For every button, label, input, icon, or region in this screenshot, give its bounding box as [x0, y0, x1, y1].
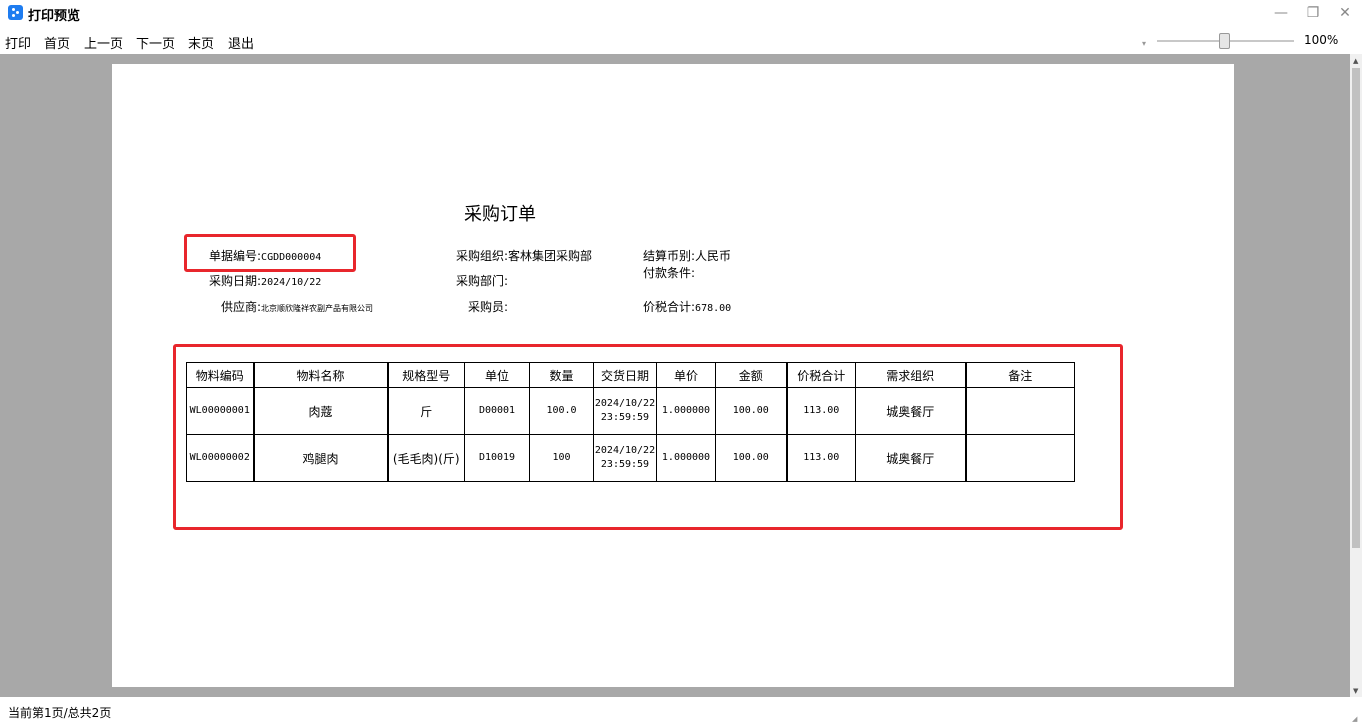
field-value: 2024/10/22 [261, 277, 322, 288]
items-table: 物料编码 物料名称 规格型号 单位 数量 交货日期 单价 金额 价税合计 需求组… [186, 362, 1075, 482]
header-cell: 交货日期 [593, 362, 657, 388]
cell-price: 1.000000 [656, 434, 716, 482]
field-label: 采购部门: [456, 274, 509, 288]
header-cell: 单价 [656, 362, 716, 388]
field-supplier: 供应商:北京顺欣隆祥农副产品有限公司 [221, 298, 373, 315]
header-cell: 价税合计 [786, 362, 856, 388]
cell-price: 1.000000 [656, 387, 716, 435]
time-text: 23:59:59 [600, 459, 650, 470]
field-purchase-dept: 采购部门: [456, 272, 508, 289]
header-cell: 需求组织 [855, 362, 967, 388]
resize-grip-icon[interactable]: ◢ [1352, 715, 1357, 723]
toolbar-overflow-icon[interactable]: ▾ [1142, 39, 1146, 48]
window-title: 打印预览 [28, 9, 81, 24]
cell-total: 113.00 [786, 434, 856, 482]
field-value: 客林集团采购部 [508, 249, 593, 263]
table-row: WL00000002 鸡腿肉 (毛毛肉)(斤) D10019 100 2024/… [186, 434, 1075, 482]
cell-note [965, 387, 1075, 435]
cell-amount: 100.00 [715, 434, 788, 482]
field-value: 北京顺欣隆祥农副产品有限公司 [261, 304, 374, 313]
table-row: WL00000001 肉蔻 斤 D00001 100.0 2024/10/22 2… [186, 387, 1075, 435]
status-bar: 当前第1页/总共2页 [0, 697, 1362, 725]
cell-total: 113.00 [786, 387, 856, 435]
page-status: 当前第1页/总共2页 [8, 706, 112, 720]
field-label: 采购员: [468, 300, 509, 314]
field-label: 单据编号: [209, 249, 262, 263]
field-value: CGDD000004 [261, 252, 322, 263]
close-button[interactable]: ✕ [1334, 3, 1356, 23]
date-text: 2024/10/22 [594, 398, 656, 409]
zoom-level: 100% [1304, 33, 1339, 47]
cell-name: 鸡腿肉 [253, 434, 389, 482]
menu-first-page[interactable]: 首页 [44, 33, 70, 52]
cell-delivery-date: 2024/10/22 23:59:59 [593, 387, 657, 435]
header-cell: 金额 [715, 362, 788, 388]
menu-exit[interactable]: 退出 [228, 33, 254, 52]
app-icon [8, 5, 23, 20]
cell-unit: D10019 [464, 434, 530, 482]
field-purchaser: 采购员: [468, 298, 508, 315]
cell-unit: D00001 [464, 387, 530, 435]
scroll-up-icon[interactable]: ▲ [1353, 57, 1358, 65]
date-text: 2024/10/22 [594, 445, 656, 456]
field-total-with-tax: 价税合计:678.00 [643, 298, 731, 315]
cell-qty: 100 [529, 434, 594, 482]
cell-spec: 斤 [387, 387, 465, 435]
restore-button[interactable]: ❐ [1302, 3, 1324, 23]
cell-org: 城奥餐厅 [855, 434, 967, 482]
field-label: 付款条件: [643, 266, 696, 280]
header-cell: 数量 [529, 362, 594, 388]
cell-name: 肉蔻 [253, 387, 389, 435]
field-currency: 结算币别:人民币 [643, 247, 731, 264]
cell-delivery-date: 2024/10/22 23:59:59 [593, 434, 657, 482]
header-cell: 备注 [965, 362, 1075, 388]
cell-code: WL00000002 [186, 434, 255, 482]
field-purchase-date: 采购日期:2024/10/22 [209, 272, 321, 289]
header-cell: 物料名称 [253, 362, 389, 388]
table-header-row: 物料编码 物料名称 规格型号 单位 数量 交货日期 单价 金额 价税合计 需求组… [186, 362, 1075, 388]
menu-next-page[interactable]: 下一页 [136, 33, 175, 52]
title-bar: 打印预览 — ❐ ✕ [0, 0, 1362, 27]
cell-qty: 100.0 [529, 387, 594, 435]
zoom-slider-thumb[interactable] [1219, 33, 1230, 49]
header-cell: 规格型号 [387, 362, 465, 388]
minimize-button[interactable]: — [1270, 3, 1292, 23]
field-order-no: 单据编号:CGDD000004 [209, 247, 321, 264]
field-label: 价税合计: [643, 300, 696, 314]
document-title: 采购订单 [464, 204, 536, 225]
scrollbar-thumb[interactable] [1352, 68, 1360, 548]
time-text: 23:59:59 [600, 412, 650, 423]
cell-org: 城奥餐厅 [855, 387, 967, 435]
field-label: 采购组织: [456, 249, 509, 263]
field-label: 供应商: [221, 300, 262, 314]
field-payment-terms: 付款条件: [643, 264, 695, 281]
menu-last-page[interactable]: 末页 [188, 33, 214, 52]
field-label: 结算币别: [643, 249, 696, 263]
menu-prev-page[interactable]: 上一页 [84, 33, 123, 52]
field-label: 采购日期: [209, 274, 262, 288]
cell-code: WL00000001 [186, 387, 255, 435]
field-purchase-org: 采购组织:客林集团采购部 [456, 247, 592, 264]
field-value: 人民币 [695, 249, 732, 263]
header-cell: 物料编码 [186, 362, 255, 388]
header-cell: 单位 [464, 362, 530, 388]
scroll-down-icon[interactable]: ▼ [1353, 687, 1358, 695]
field-value: 678.00 [695, 303, 732, 314]
cell-spec: (毛毛肉)(斤) [387, 434, 465, 482]
cell-amount: 100.00 [715, 387, 788, 435]
menu-print[interactable]: 打印 [5, 33, 31, 52]
cell-note [965, 434, 1075, 482]
